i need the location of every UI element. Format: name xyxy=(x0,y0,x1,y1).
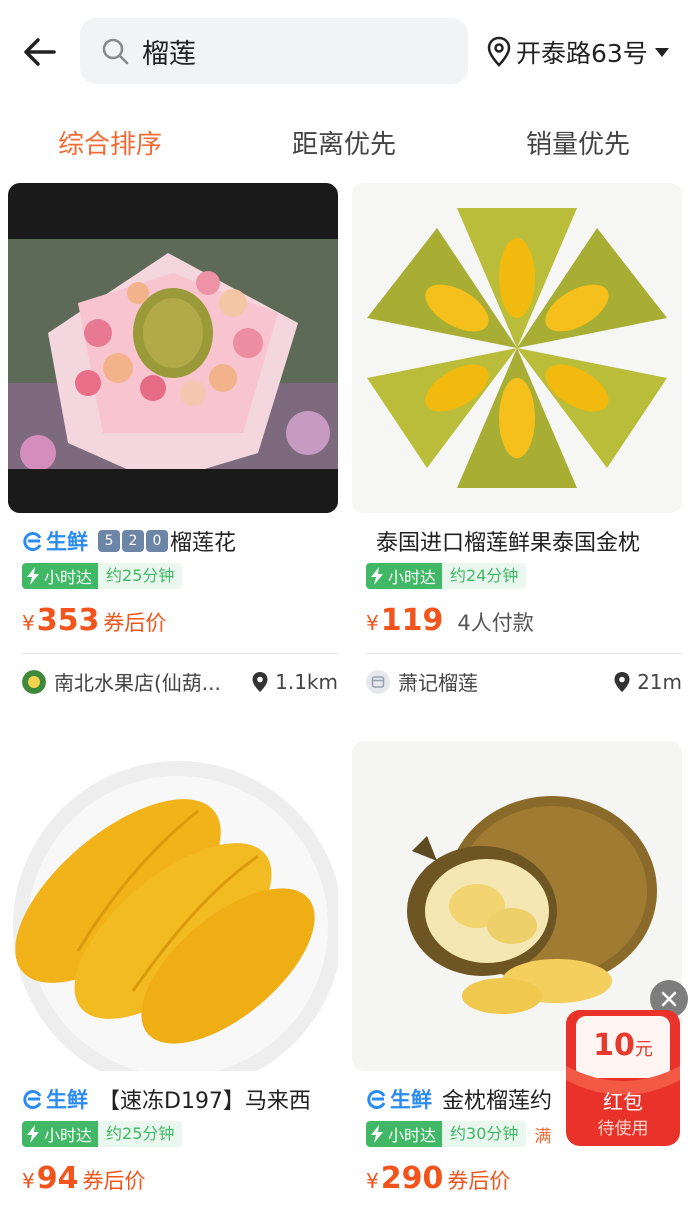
tab-sales[interactable]: 销量优先 xyxy=(526,124,630,161)
product-image[interactable] xyxy=(8,741,338,1071)
shop-row[interactable]: 南北水果店(仙葫... 1.1km xyxy=(22,667,338,696)
product-card[interactable]: 生鲜 金枕榴莲约 小时达 约30分钟 满 ¥ 290 券后价 xyxy=(352,741,682,1218)
product-title-row: 泰国进口榴莲鲜果泰国金枕 xyxy=(376,525,688,557)
store-icon xyxy=(366,669,390,694)
location-pin-icon xyxy=(614,671,630,692)
shop-row[interactable]: 萧记榴莲 21m xyxy=(366,667,682,696)
keycap-digit: 2 xyxy=(122,530,144,552)
fresh-label: 生鲜 xyxy=(390,1088,432,1112)
delivery-tags: 小时达 约24分钟 xyxy=(366,563,527,589)
product-title: 泰国进口榴莲鲜果泰国金枕 xyxy=(376,531,641,556)
red-packet-unit: 元 xyxy=(634,1039,653,1060)
close-icon xyxy=(661,991,677,1007)
fresh-label: 生鲜 xyxy=(46,530,88,554)
product-card[interactable]: 生鲜 5 2 0 榴莲花 小时达 约25分钟 ¥ 353 券后价 南北水果店(仙… xyxy=(8,183,338,703)
delivery-label: 小时达 xyxy=(44,1126,93,1145)
product-card[interactable]: 生鲜 【速冻D197】马来西 小时达 约25分钟 ¥ 94 券后价 xyxy=(8,741,338,1218)
currency-symbol: ¥ xyxy=(366,1169,379,1193)
divider xyxy=(366,653,682,654)
tab-comprehensive[interactable]: 综合排序 xyxy=(58,124,162,161)
product-title: 榴莲花 xyxy=(170,531,237,556)
red-packet-widget[interactable]: 10元 红包 待使用 xyxy=(566,1010,680,1146)
fresh-badge: 生鲜 xyxy=(366,1084,432,1114)
delivery-badge: 小时达 xyxy=(366,563,443,589)
red-packet-value: 10 xyxy=(593,1028,635,1063)
fresh-logo-icon xyxy=(23,532,42,551)
delivery-tags: 小时达 约25分钟 xyxy=(22,1121,183,1147)
eta-label: 约25分钟 xyxy=(98,563,183,589)
currency-symbol: ¥ xyxy=(22,1169,35,1193)
paid-count: 4人付款 xyxy=(457,611,534,635)
distance-value: 21m xyxy=(637,669,682,694)
lightning-icon xyxy=(27,1125,39,1143)
distance-value: 1.1km xyxy=(275,669,338,694)
shop-name: 萧记榴莲 xyxy=(398,671,478,695)
price-suffix: 券后价 xyxy=(103,611,167,635)
price-suffix: 券后价 xyxy=(447,1169,511,1193)
lightning-icon xyxy=(27,567,39,585)
product-image[interactable] xyxy=(8,183,338,513)
shop-avatar xyxy=(22,669,46,694)
delivery-badge: 小时达 xyxy=(22,1121,99,1147)
distance: 21m xyxy=(613,670,682,694)
fresh-badge: 生鲜 xyxy=(22,1084,88,1114)
product-card[interactable]: 泰国进口榴莲鲜果泰国金枕 小时达 约24分钟 ¥ 119 4人付款 萧记榴莲 2… xyxy=(352,183,682,703)
location-pin-icon xyxy=(487,36,511,67)
location-selector[interactable]: 开泰路63号 xyxy=(486,34,670,70)
search-icon xyxy=(102,38,129,65)
sort-tabs: 综合排序 距离优先 销量优先 xyxy=(0,118,688,168)
price-row: ¥ 94 券后价 xyxy=(22,1161,145,1196)
price-row: ¥ 353 券后价 xyxy=(22,603,166,638)
location-pin-icon xyxy=(252,671,268,692)
price-row: ¥ 290 券后价 xyxy=(366,1161,510,1196)
price: 119 xyxy=(380,603,444,638)
delivery-label: 小时达 xyxy=(388,568,437,587)
delivery-badge: 小时达 xyxy=(366,1121,443,1147)
fresh-logo-icon xyxy=(367,1090,386,1109)
eta-label: 约24分钟 xyxy=(442,563,527,589)
location-text: 开泰路63号 xyxy=(516,39,648,68)
lightning-icon xyxy=(371,567,383,585)
keycap-digit: 5 xyxy=(98,530,120,552)
currency-symbol: ¥ xyxy=(22,611,35,635)
red-packet-amount: 10元 xyxy=(566,1028,680,1063)
price: 290 xyxy=(380,1161,444,1196)
product-title-row: 生鲜 5 2 0 榴莲花 xyxy=(22,525,338,557)
product-image[interactable] xyxy=(352,183,682,513)
product-title: 【速冻D197】马来西 xyxy=(98,1089,311,1114)
tab-distance[interactable]: 距离优先 xyxy=(292,124,396,161)
product-title: 金枕榴莲约 xyxy=(442,1089,553,1114)
delivery-badge: 小时达 xyxy=(22,563,99,589)
fresh-badge: 生鲜 xyxy=(22,526,88,556)
delivery-tags: 小时达 约25分钟 xyxy=(22,563,183,589)
top-bar: 榴莲 开泰路63号 xyxy=(0,0,688,100)
search-query: 榴莲 xyxy=(142,38,196,70)
search-input[interactable]: 榴莲 xyxy=(80,18,468,84)
product-title-row: 生鲜 【速冻D197】马来西 xyxy=(22,1083,338,1115)
price: 353 xyxy=(36,603,100,638)
fresh-label: 生鲜 xyxy=(46,1088,88,1112)
red-packet-status: 待使用 xyxy=(597,1119,649,1139)
caret-down-icon xyxy=(654,48,669,57)
distance: 1.1km xyxy=(251,670,338,694)
keycap-digit: 0 xyxy=(146,530,168,552)
divider xyxy=(22,653,338,654)
shop-name: 南北水果店(仙葫... xyxy=(54,671,221,695)
fresh-logo-icon xyxy=(23,1090,42,1109)
price: 94 xyxy=(36,1161,79,1196)
promo-label: 满 xyxy=(534,1126,552,1147)
price-row: ¥ 119 4人付款 xyxy=(366,603,534,638)
delivery-label: 小时达 xyxy=(388,1126,437,1145)
red-packet-title: 红包 xyxy=(603,1090,643,1114)
delivery-tags: 小时达 约30分钟 满 xyxy=(366,1121,551,1147)
eta-label: 约25分钟 xyxy=(98,1121,183,1147)
price-suffix: 券后价 xyxy=(82,1169,146,1193)
back-arrow-icon[interactable] xyxy=(20,32,60,72)
delivery-label: 小时达 xyxy=(44,568,93,587)
eta-label: 约30分钟 xyxy=(442,1121,527,1147)
currency-symbol: ¥ xyxy=(366,611,379,635)
lightning-icon xyxy=(371,1125,383,1143)
